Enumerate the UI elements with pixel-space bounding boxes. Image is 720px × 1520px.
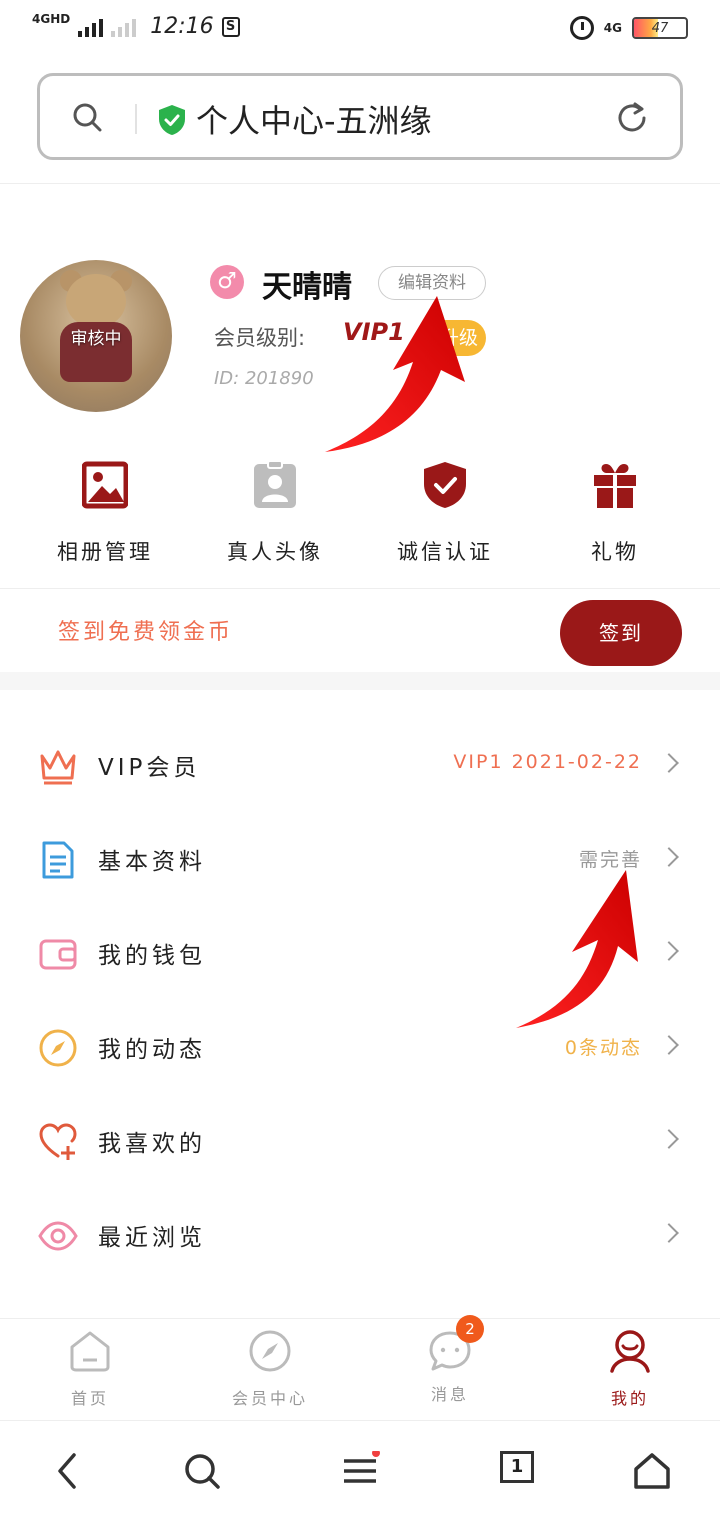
compass-icon: [39, 1029, 77, 1067]
compass-icon: [249, 1330, 291, 1372]
menu-item-label: 我喜欢的: [98, 1131, 206, 1157]
back-icon[interactable]: [48, 1451, 88, 1491]
menu-item-label: 我的动态: [98, 1037, 206, 1063]
menu-item-label: VIP会员: [98, 755, 201, 781]
tab-member-center[interactable]: 会员中心: [210, 1329, 330, 1409]
gift-button[interactable]: 礼物: [530, 460, 700, 566]
real-avatar-button[interactable]: 真人头像: [190, 460, 360, 566]
menu-icon[interactable]: [340, 1451, 380, 1491]
document-icon: [42, 841, 74, 879]
tabs-button[interactable]: 1: [500, 1451, 540, 1491]
menu-item-label: 我的钱包: [98, 943, 206, 969]
eye-icon: [38, 1221, 78, 1251]
status-bar: 4GHD 12:16 S 4G 47: [0, 0, 720, 62]
search-icon[interactable]: [72, 102, 102, 132]
gift-icon: [594, 464, 636, 508]
tab-label: 会员中心: [231, 1389, 308, 1408]
divider: [135, 104, 137, 134]
menu-item-likes[interactable]: 我喜欢的: [0, 1096, 720, 1190]
chevron-right-icon: [659, 941, 679, 961]
secure-shield-icon: [159, 105, 185, 135]
menu-item-moments[interactable]: 我的动态 0条动态: [0, 1002, 720, 1096]
divider: [0, 588, 720, 589]
quick-action-label: 真人头像: [227, 540, 323, 564]
signin-row: 签到免费领金币 签到: [0, 590, 720, 670]
photo-album-icon: [81, 461, 129, 509]
chevron-right-icon: [659, 753, 679, 773]
battery-icon: 47: [632, 17, 688, 39]
member-level-value: VIP1: [343, 318, 405, 346]
credit-verification-button[interactable]: 诚信认证: [360, 460, 530, 566]
menu-item-label: 基本资料: [98, 849, 206, 875]
member-level-label: 会员级别:: [214, 326, 306, 350]
tab-label: 消息: [430, 1385, 469, 1404]
edit-profile-button[interactable]: 编辑资料: [378, 266, 486, 300]
user-icon: [610, 1330, 650, 1373]
id-badge-icon: [254, 460, 296, 508]
menu-item-label: 最近浏览: [98, 1225, 206, 1251]
signal-icon: [78, 17, 104, 37]
search-icon[interactable]: [182, 1451, 222, 1491]
signal-2-icon: [111, 17, 137, 37]
heart-plus-icon: [39, 1123, 77, 1160]
menu-item-value: 0条动态: [564, 1037, 642, 1059]
avatar-review-badge: 审核中: [70, 329, 122, 349]
network-type-right: 4G: [603, 21, 622, 35]
divider: [0, 183, 720, 184]
home-icon[interactable]: [632, 1451, 672, 1491]
app-notification-icon: S: [221, 16, 240, 37]
menu-item-vip[interactable]: VIP会员 VIP1 2021-02-22: [0, 720, 720, 814]
menu-item-value: 需完善: [578, 849, 642, 871]
page-title[interactable]: 个人中心-五洲缘: [196, 96, 432, 142]
chevron-right-icon: [659, 1223, 679, 1243]
wallet-icon: [39, 939, 77, 970]
quick-action-label: 相册管理: [57, 540, 153, 564]
tab-home[interactable]: 首页: [30, 1329, 150, 1409]
signin-promo-text: 签到免费领金币: [58, 620, 234, 645]
quick-action-label: 诚信认证: [397, 540, 493, 564]
menu-item-recent[interactable]: 最近浏览: [0, 1190, 720, 1284]
clock: 12:16: [150, 14, 214, 39]
unread-badge: 2: [456, 1315, 484, 1343]
chevron-right-icon: [659, 1035, 679, 1055]
crown-icon: [40, 750, 76, 785]
alarm-icon: [569, 16, 594, 40]
bottom-tab-bar: 首页 会员中心 2 消息 我的: [0, 1315, 720, 1418]
menu-item-basic-info[interactable]: 基本资料 需完善: [0, 814, 720, 908]
address-bar[interactable]: 个人中心-五洲缘: [37, 73, 683, 160]
quick-action-label: 礼物: [591, 540, 639, 564]
upgrade-button[interactable]: 升级: [432, 320, 486, 356]
section-gap: [0, 672, 720, 690]
tab-label: 首页: [70, 1389, 109, 1408]
battery-level: 47: [651, 20, 669, 36]
tab-messages[interactable]: 2 消息: [390, 1315, 510, 1405]
signin-button[interactable]: 签到: [560, 600, 682, 666]
tab-label: 我的: [610, 1389, 649, 1408]
home-icon: [70, 1331, 110, 1372]
browser-toolbar: 1: [0, 1420, 720, 1520]
album-management-button[interactable]: 相册管理: [20, 460, 190, 566]
refresh-icon[interactable]: [614, 100, 650, 136]
shield-check-icon: [424, 462, 466, 508]
avatar[interactable]: 审核中: [20, 260, 172, 412]
chevron-right-icon: [659, 847, 679, 867]
chevron-right-icon: [659, 1129, 679, 1149]
tab-mine[interactable]: 我的: [570, 1329, 690, 1409]
male-gender-icon: ♂: [210, 265, 244, 299]
tab-count: 1: [500, 1451, 534, 1483]
menu-item-wallet[interactable]: 我的钱包: [0, 908, 720, 1002]
menu-item-value: VIP1 2021-02-22: [453, 751, 642, 773]
network-type: 4GHD: [32, 11, 71, 26]
user-id: ID: 201890: [214, 368, 314, 389]
username: 天晴晴: [262, 270, 352, 305]
